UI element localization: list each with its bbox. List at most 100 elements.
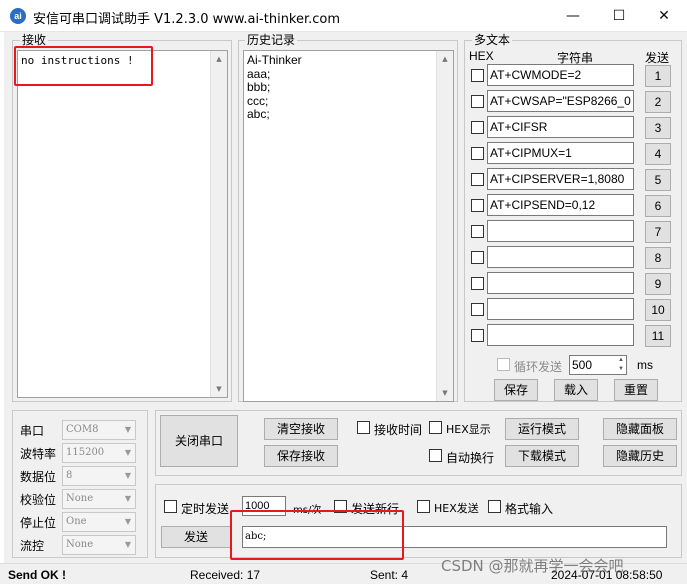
hex-display-label: HEX显示 (446, 423, 491, 436)
send-button[interactable]: 发送 (161, 526, 231, 548)
load-button[interactable]: 载入 (554, 379, 598, 401)
highlight-box-send (230, 510, 404, 560)
hex-row-checkbox[interactable] (471, 329, 484, 342)
hex-display-checkbox[interactable] (429, 421, 442, 434)
close-port-button[interactable]: 关闭串口 (160, 415, 238, 467)
save-button[interactable]: 保存 (494, 379, 538, 401)
hide-history-button[interactable]: 隐藏历史 (603, 445, 677, 467)
hex-row-checkbox[interactable] (471, 251, 484, 264)
hex-row-checkbox[interactable] (471, 121, 484, 134)
send-row-button[interactable]: 10 (645, 299, 671, 321)
port-select[interactable]: COM8 ▼ (62, 420, 136, 440)
chevron-down-icon: ▼ (124, 425, 131, 434)
databits-label: 数据位 (20, 470, 57, 484)
multitext-label: 多文本 (472, 33, 513, 47)
csdn-watermark: CSDN @那就再学一会会吧 (441, 557, 624, 575)
sent-count: Sent: 4 (370, 568, 409, 582)
chevron-down-icon: ▼ (124, 494, 131, 503)
loop-interval-spinbox[interactable]: 500 ▲ ▼ (569, 355, 627, 375)
auto-wrap-checkbox[interactable] (429, 449, 442, 462)
command-input[interactable] (487, 324, 634, 346)
hex-row-checkbox[interactable] (471, 69, 484, 82)
baud-select[interactable]: 115200 ▼ (62, 443, 136, 463)
hex-row-checkbox[interactable] (471, 225, 484, 238)
loop-unit-label: ms (637, 358, 653, 372)
history-list[interactable]: Ai-Thinker aaa; bbb; ccc; abc; ▲ ▼ (243, 50, 454, 402)
scroll-down-icon[interactable]: ▼ (437, 385, 453, 401)
recv-time-checkbox[interactable] (357, 421, 370, 434)
hex-row-checkbox[interactable] (471, 147, 484, 160)
send-row-button[interactable]: 9 (645, 273, 671, 295)
history-item[interactable]: bbb; (247, 80, 302, 95)
reset-button[interactable]: 重置 (614, 379, 658, 401)
save-receive-button[interactable]: 保存接收 (264, 445, 338, 467)
command-input[interactable]: AT+CWMODE=2 (487, 64, 634, 86)
stopbits-label: 停止位 (20, 516, 57, 530)
download-mode-button[interactable]: 下载模式 (505, 445, 579, 467)
maximize-button[interactable]: ☐ (596, 0, 642, 32)
history-item[interactable]: aaa; (247, 67, 302, 82)
timed-send-checkbox[interactable] (164, 500, 177, 513)
spin-arrows-icon[interactable]: ▲ ▼ (618, 356, 624, 374)
stopbits-select[interactable]: One ▼ (62, 512, 136, 532)
hex-row-checkbox[interactable] (471, 303, 484, 316)
command-input[interactable] (487, 298, 634, 320)
databits-value: 8 (66, 470, 73, 481)
hex-row-checkbox[interactable] (471, 199, 484, 212)
hex-send-checkbox[interactable] (417, 500, 430, 513)
send-row-button[interactable]: 1 (645, 65, 671, 87)
history-item[interactable]: Ai-Thinker (247, 53, 302, 68)
loop-send-checkbox[interactable] (497, 358, 510, 371)
history-item[interactable]: abc; (247, 107, 302, 122)
stopbits-value: One (66, 516, 87, 527)
command-input[interactable]: AT+CIPSERVER=1,8080 (487, 168, 634, 190)
send-column-header: 发送 (645, 51, 670, 65)
run-mode-button[interactable]: 运行模式 (505, 418, 579, 440)
history-label: 历史记录 (245, 33, 298, 47)
send-row-button[interactable]: 7 (645, 221, 671, 243)
send-row-button[interactable]: 11 (645, 325, 671, 347)
send-row-button[interactable]: 2 (645, 91, 671, 113)
send-row-button[interactable]: 6 (645, 195, 671, 217)
command-input[interactable] (487, 220, 634, 242)
history-lines: Ai-Thinker aaa; bbb; ccc; abc; (247, 53, 302, 122)
loop-send-label: 循环发送 (514, 360, 563, 374)
window-title: 安信可串口调试助手 V1.2.3.0 www.ai-thinker.com (33, 12, 341, 27)
send-row-button[interactable]: 8 (645, 247, 671, 269)
send-row-button[interactable]: 3 (645, 117, 671, 139)
format-input-checkbox[interactable] (488, 500, 501, 513)
command-input[interactable] (487, 272, 634, 294)
command-input[interactable]: AT+CIPMUX=1 (487, 142, 634, 164)
history-item[interactable]: ccc; (247, 94, 302, 109)
auto-wrap-label: 自动换行 (446, 451, 495, 465)
command-input[interactable]: AT+CWSAP="ESP8266_0 (487, 90, 634, 112)
receive-textarea[interactable]: no instructions ! ▲ ▼ (17, 50, 228, 398)
hide-panel-button[interactable]: 隐藏面板 (603, 418, 677, 440)
databits-select[interactable]: 8 ▼ (62, 466, 136, 486)
send-row-button[interactable]: 4 (645, 143, 671, 165)
command-input[interactable]: AT+CIPSEND=0,12 (487, 194, 634, 216)
history-scrollbar[interactable]: ▲ ▼ (436, 51, 453, 401)
parity-value: None (66, 493, 94, 504)
command-input[interactable] (487, 246, 634, 268)
chevron-down-icon: ▼ (124, 540, 131, 549)
recv-time-label: 接收时间 (374, 423, 423, 437)
command-input[interactable]: AT+CIFSR (487, 116, 634, 138)
hex-row-checkbox[interactable] (471, 173, 484, 186)
flow-select[interactable]: None ▼ (62, 535, 136, 555)
hex-row-checkbox[interactable] (471, 95, 484, 108)
app-icon: ai (10, 8, 26, 24)
hex-row-checkbox[interactable] (471, 277, 484, 290)
scroll-down-icon[interactable]: ▼ (211, 381, 227, 397)
receive-scrollbar[interactable]: ▲ ▼ (210, 51, 227, 397)
parity-select[interactable]: None ▼ (62, 489, 136, 509)
hex-send-label: HEX发送 (434, 502, 479, 515)
close-button[interactable]: ✕ (641, 0, 687, 32)
clear-receive-button[interactable]: 清空接收 (264, 418, 338, 440)
minimize-button[interactable]: — (550, 0, 596, 32)
format-input-label: 格式输入 (505, 502, 554, 516)
send-row-button[interactable]: 5 (645, 169, 671, 191)
chevron-down-icon: ▼ (124, 471, 131, 480)
scroll-up-icon[interactable]: ▲ (211, 51, 227, 67)
scroll-up-icon[interactable]: ▲ (437, 51, 453, 67)
